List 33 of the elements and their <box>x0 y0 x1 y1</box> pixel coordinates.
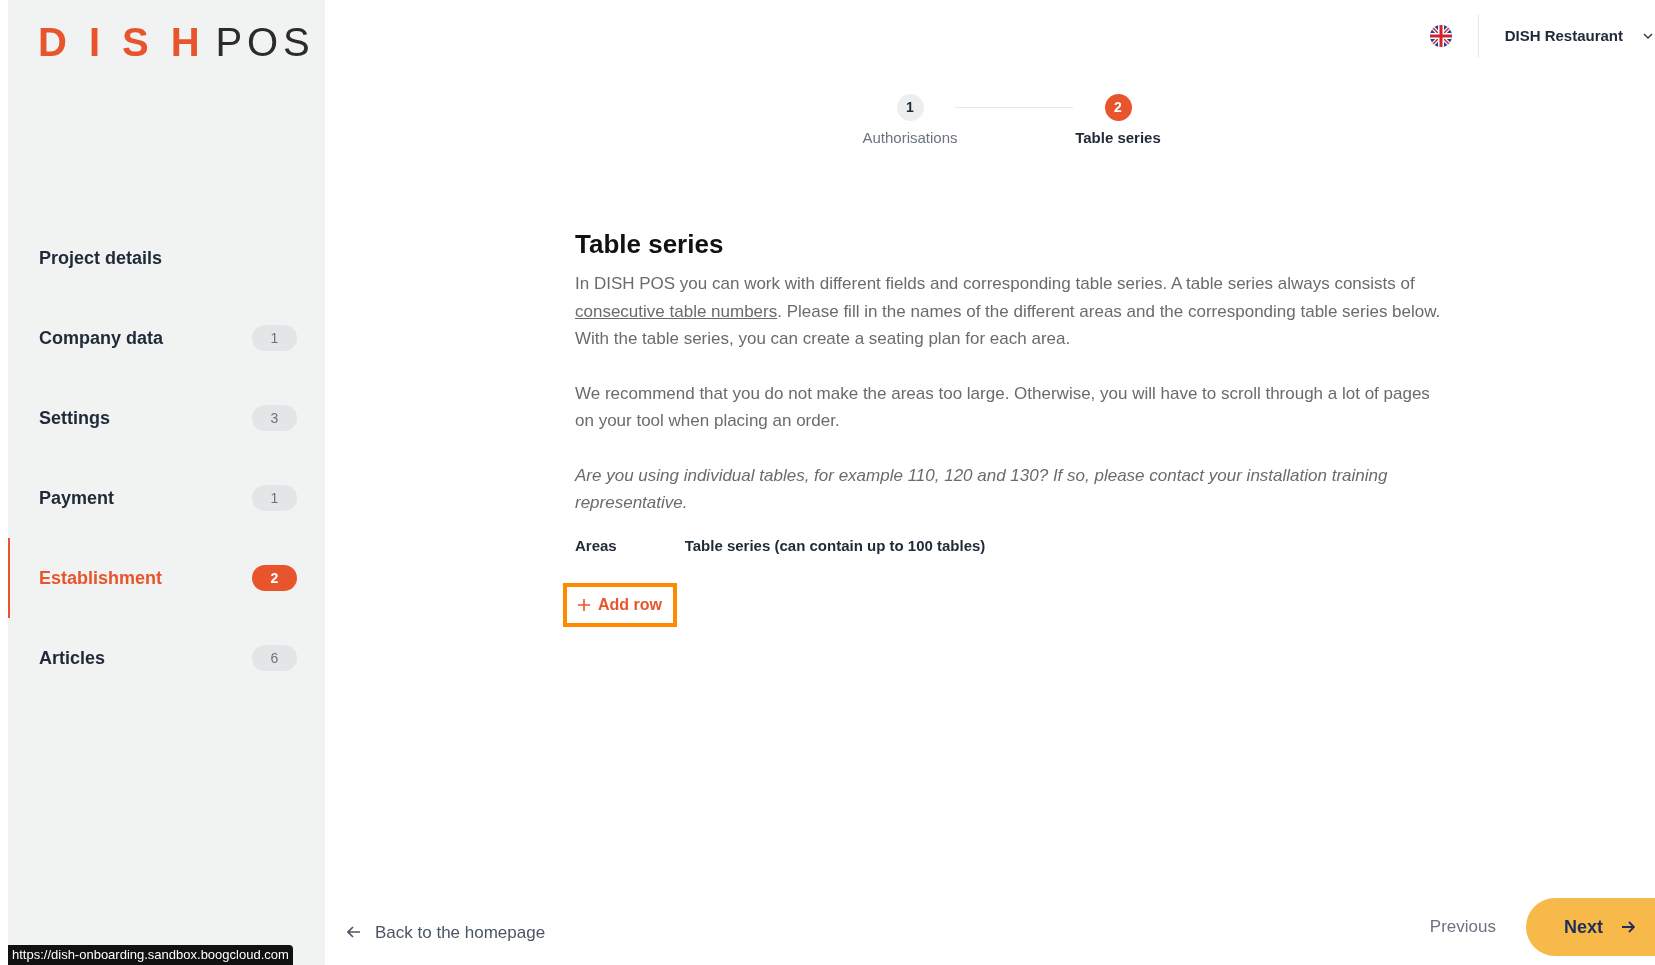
sidebar-item[interactable]: Establishment 2 <box>8 538 325 618</box>
step-label: Authorisations <box>862 128 958 148</box>
step-number[interactable]: 1 <box>896 94 924 121</box>
uk-flag-icon[interactable] <box>1429 25 1452 47</box>
column-header: Table series (can contain up to 100 tables) <box>684 535 986 556</box>
add-row-button[interactable]: Add row <box>563 583 677 627</box>
count-badge: 1 <box>252 485 297 511</box>
sidebar-item[interactable]: Payment 1 <box>8 458 325 538</box>
sidebar-item[interactable]: Settings 3 <box>8 378 325 458</box>
count-badge: 6 <box>252 645 297 671</box>
next-button[interactable]: Next <box>1526 898 1655 956</box>
status-url-tooltip: https://dish-onboarding.sandbox.boogcloud.com <box>8 945 293 965</box>
column-header: Areas <box>575 535 617 556</box>
paragraph: In DISH POS you can work with different fields and corresponding table series. A table series always consists of consecutive table numbers. Please fill in the names of the different areas and the corresponding table series below. With the table series, you can create a seating plan for each area. <box>575 273 1442 350</box>
section-title: Table series <box>575 228 725 261</box>
step-label: Table series <box>1075 128 1161 148</box>
count-badge: 1 <box>252 325 297 351</box>
note-paragraph: Are you using individual tables, for example 110, 120 and 130? If so, please contact your installation training representative. <box>575 464 1389 514</box>
count-badge: 2 <box>252 565 297 591</box>
link[interactable]: consecutive table numbers <box>575 301 778 321</box>
paragraph: We recommend that you do not make the areas too large. Otherwise, you will have to scroll through a lot of pages on your tool when placing an order. <box>575 382 1431 432</box>
sidebar-item[interactable]: Articles 6 <box>8 618 325 698</box>
sidebar-item[interactable]: Company data 1 <box>8 298 325 378</box>
arrow-right-icon <box>1621 921 1635 933</box>
step-number[interactable]: 2 <box>1104 94 1132 121</box>
arrow-left-icon <box>347 926 361 939</box>
chevron-down-icon <box>1643 33 1653 39</box>
plus-icon <box>578 599 590 611</box>
back-link[interactable]: Back to the homepage <box>375 919 546 945</box>
restaurant-dropdown[interactable]: DISH Restaurant <box>1504 24 1655 48</box>
count-badge: 3 <box>252 405 297 431</box>
sidebar-item[interactable]: Project details <box>8 218 325 298</box>
previous-button[interactable]: Previous <box>1429 914 1496 940</box>
